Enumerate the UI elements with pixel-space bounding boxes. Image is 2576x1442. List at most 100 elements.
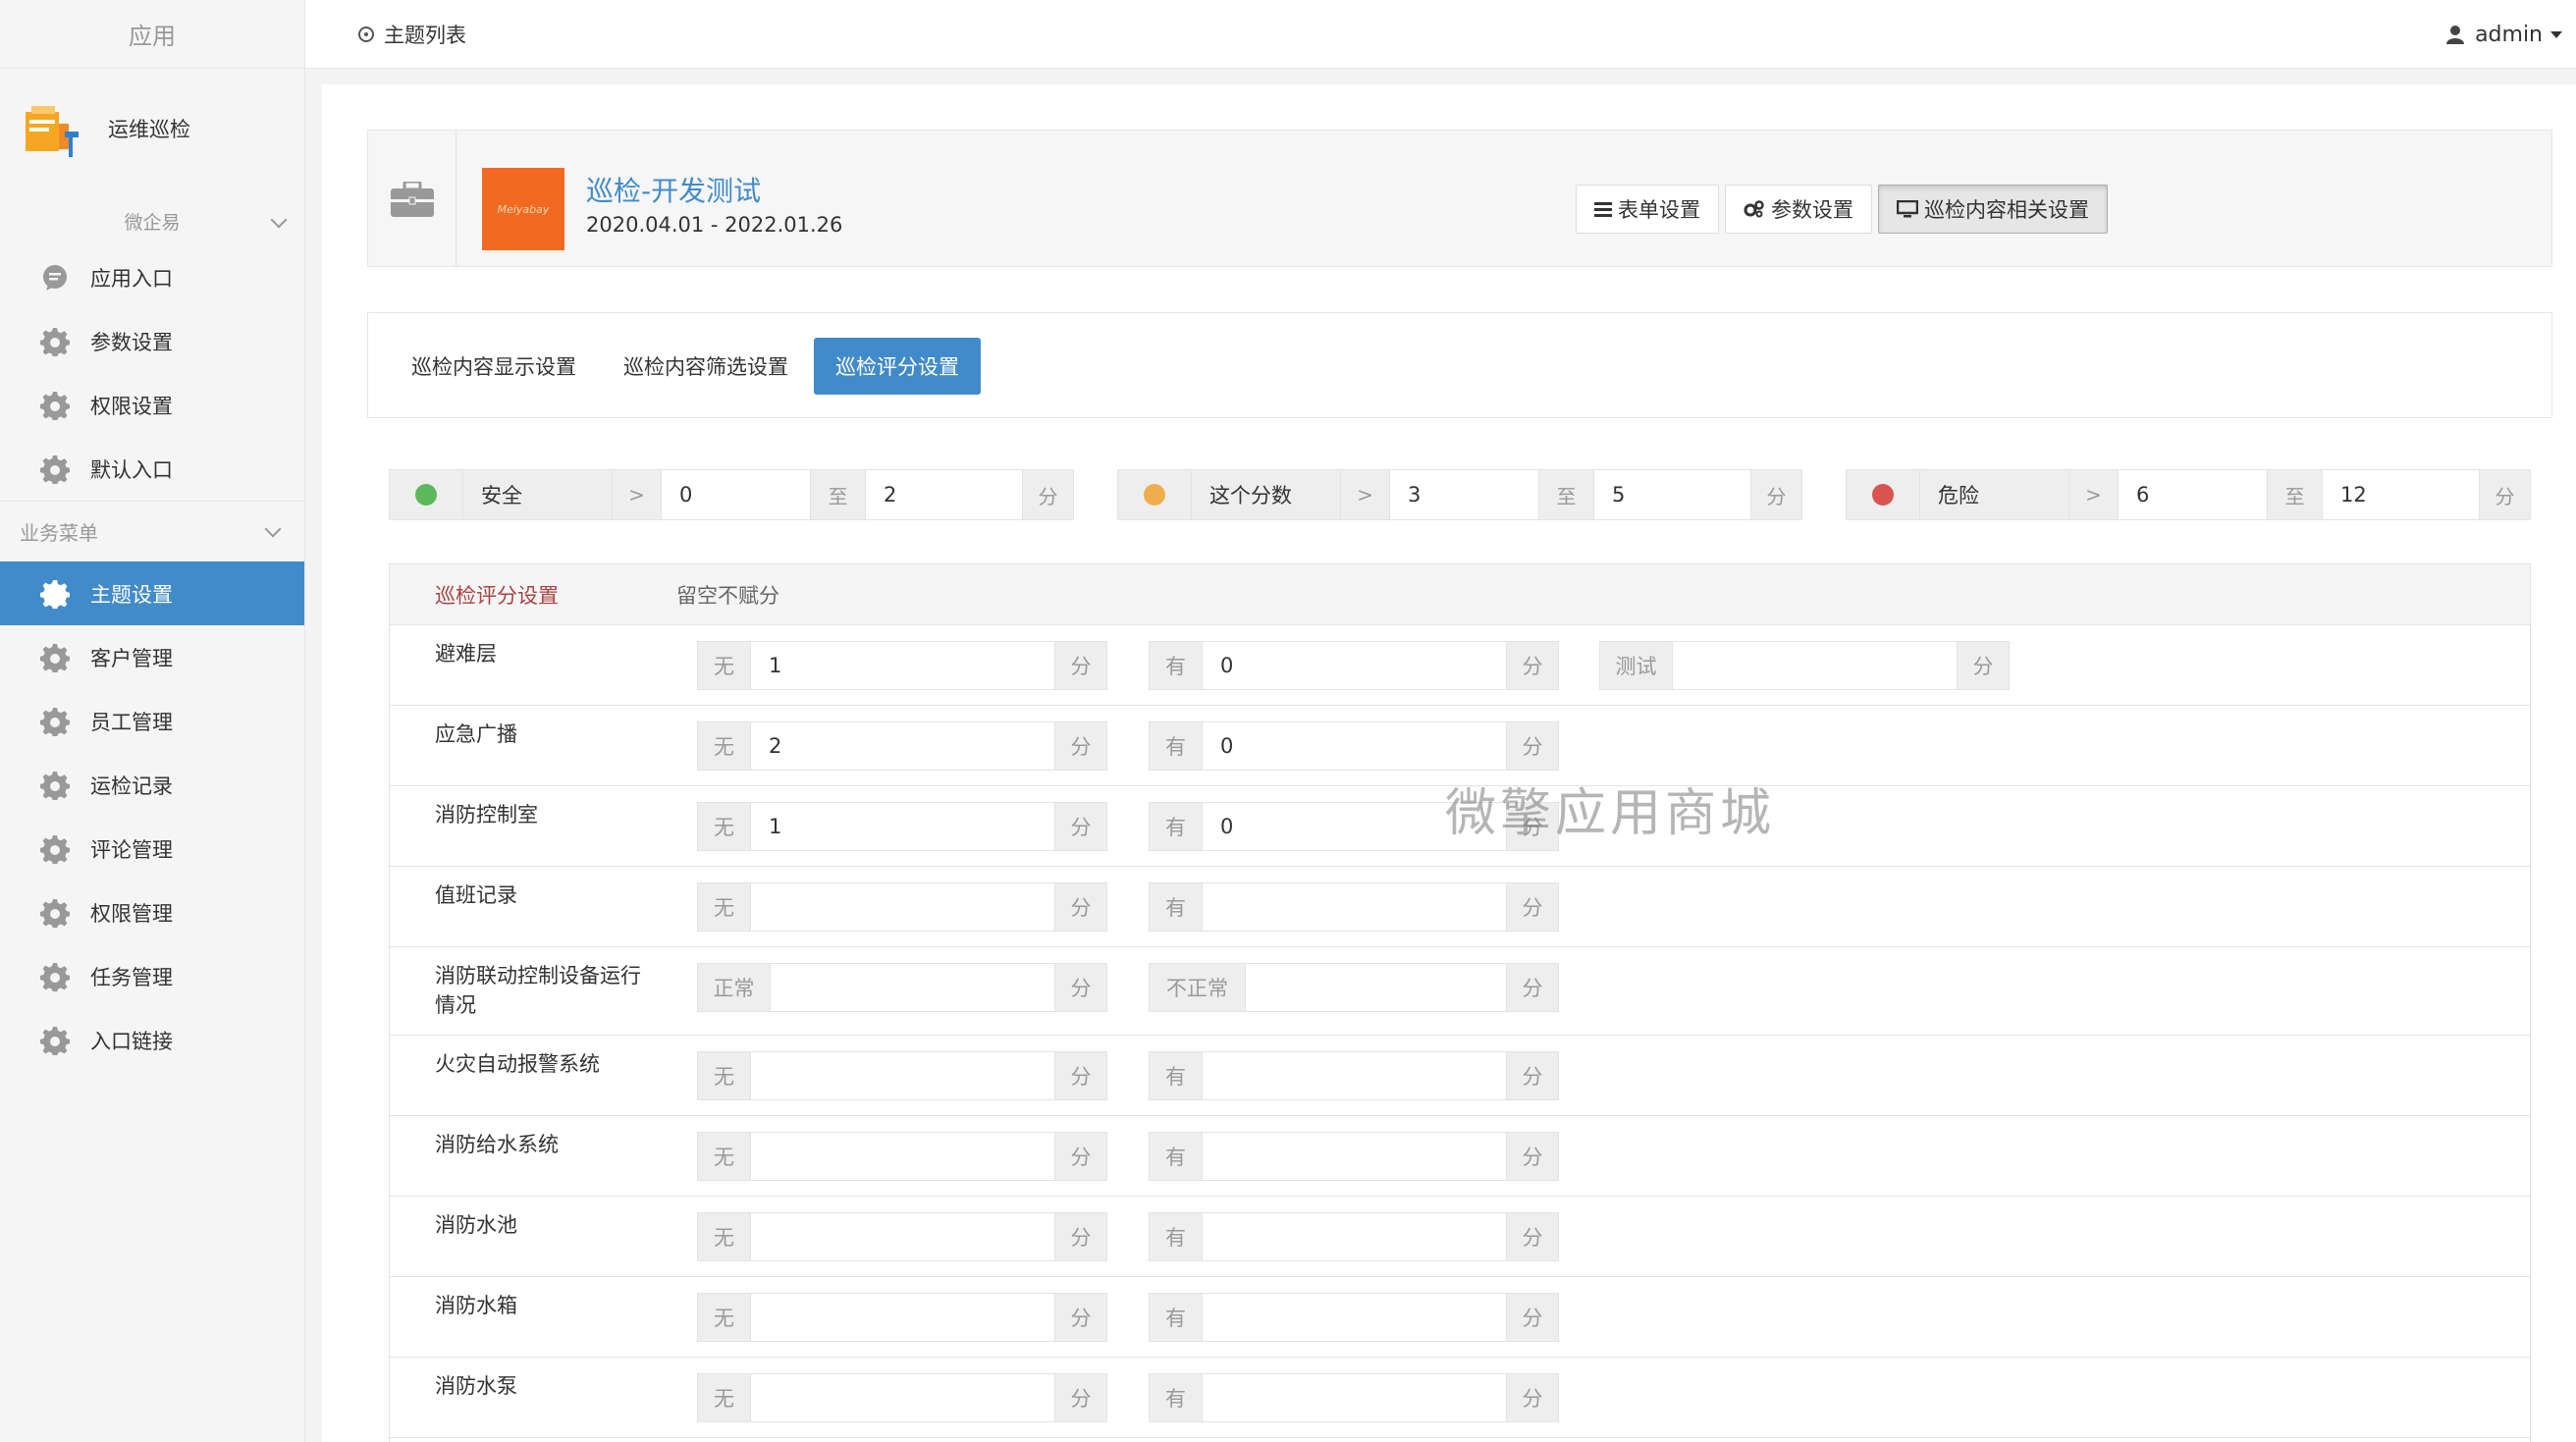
row-label: 应急广播 <box>435 722 517 746</box>
status-dot-icon <box>1847 470 1920 519</box>
score-input-group: 正常 分 <box>697 963 1107 1012</box>
option-label: 有 <box>1150 1213 1203 1260</box>
row-label: 消防控制室 <box>435 803 538 827</box>
sidebar-item[interactable]: 任务管理 <box>0 944 304 1008</box>
unit-label: 分 <box>1506 883 1558 931</box>
score-input[interactable] <box>751 1133 1054 1180</box>
score-input-group: 无1分 <box>697 641 1107 690</box>
score-input[interactable] <box>1203 1213 1506 1260</box>
content-settings-button[interactable]: 巡检内容相关设置 <box>1878 185 2108 234</box>
score-table-title: 巡检评分设置 <box>435 583 559 608</box>
unit-label: 分 <box>1054 964 1106 1011</box>
app-logo-icon <box>22 98 86 163</box>
topic-title[interactable]: 巡检-开发测试 <box>586 170 761 209</box>
range-from-input[interactable]: 0 <box>662 470 811 519</box>
row-label: 消防水泵 <box>435 1374 517 1398</box>
sidebar-group-business[interactable]: 业务菜单 <box>0 501 304 561</box>
section-label: 微企易 <box>124 211 181 234</box>
score-input[interactable]: 0 <box>1203 803 1506 850</box>
row-label: 消防水池 <box>435 1213 517 1237</box>
score-input-group: 有分 <box>1149 1212 1559 1261</box>
range-to-input[interactable]: 5 <box>1594 470 1751 519</box>
score-input[interactable]: 1 <box>751 642 1054 689</box>
sidebar-item[interactable]: 员工管理 <box>0 689 304 753</box>
score-row: 消防水箱无分有分 <box>390 1277 2530 1358</box>
sidebar-item[interactable]: 默认入口 <box>0 437 304 501</box>
gear-icon <box>39 326 71 357</box>
app-name: 运维巡检 <box>108 118 190 141</box>
score-input-group: 有分 <box>1149 1051 1559 1100</box>
option-label: 有 <box>1150 1294 1203 1341</box>
option-label: 测试 <box>1600 642 1673 689</box>
range-from-input[interactable]: 3 <box>1390 470 1539 519</box>
sidebar-item[interactable]: 权限设置 <box>0 373 304 437</box>
cogs-icon <box>1744 200 1765 218</box>
tab-3[interactable]: 巡检评分设置 <box>814 338 981 395</box>
score-input[interactable]: 1 <box>751 803 1054 850</box>
score-input[interactable] <box>751 1213 1054 1260</box>
option-label: 有 <box>1150 1133 1203 1180</box>
gear-icon <box>39 706 71 737</box>
sidebar-item[interactable]: 权限管理 <box>0 881 304 944</box>
option-label: 有 <box>1150 722 1203 770</box>
score-input[interactable] <box>1203 1374 1506 1421</box>
score-input[interactable] <box>751 1294 1054 1341</box>
app-block[interactable]: 运维巡检 <box>0 69 304 196</box>
range-name-input[interactable]: 危险 <box>1920 470 2069 519</box>
option-label: 无 <box>698 642 751 689</box>
score-input[interactable] <box>1203 883 1506 931</box>
unit-label: 分 <box>1054 1133 1106 1180</box>
circle-dot-icon <box>358 26 374 42</box>
score-input[interactable]: 0 <box>1203 722 1506 770</box>
tab-1[interactable]: 巡检内容显示设置 <box>390 338 598 395</box>
tab-2[interactable]: 巡检内容筛选设置 <box>602 338 810 395</box>
score-input[interactable] <box>1203 1133 1506 1180</box>
sidebar-item-label: 运检记录 <box>90 774 173 798</box>
sidebar-item[interactable]: 入口链接 <box>0 1008 304 1072</box>
score-input[interactable] <box>771 964 1054 1011</box>
breadcrumb-label: 主题列表 <box>384 23 466 47</box>
user-menu[interactable]: admin <box>2445 0 2562 69</box>
score-input[interactable] <box>751 1052 1054 1099</box>
sidebar-item[interactable]: 参数设置 <box>0 309 304 373</box>
score-input[interactable]: 0 <box>1203 642 1506 689</box>
sidebar-business-items: 主题设置客户管理 员工管理运检记录评论管理 权限管理 任务管理 入口链接 <box>0 561 304 1072</box>
sidebar-item-label: 权限设置 <box>90 394 173 418</box>
score-input-group: 无分 <box>697 1293 1107 1342</box>
score-input[interactable] <box>1203 1052 1506 1099</box>
form-settings-button[interactable]: 表单设置 <box>1576 185 1719 234</box>
greater-than-label: > <box>1341 470 1390 519</box>
sidebar-item[interactable]: 运检记录 <box>0 753 304 817</box>
score-input[interactable] <box>1673 642 1957 689</box>
option-label: 有 <box>1150 642 1203 689</box>
range-name-input[interactable]: 这个分数 <box>1192 470 1341 519</box>
score-input[interactable]: 2 <box>751 722 1054 770</box>
sidebar-item[interactable]: 评论管理 <box>0 817 304 881</box>
group-label: 业务菜单 <box>20 521 98 545</box>
range-to-input[interactable]: 12 <box>2323 470 2480 519</box>
score-row: 火灾自动报警系统无分有分 <box>390 1036 2530 1116</box>
chat-icon <box>39 262 71 294</box>
score-input[interactable] <box>1246 964 1506 1011</box>
range-name-input[interactable]: 安全 <box>463 470 613 519</box>
sidebar-item-label: 参数设置 <box>90 330 173 354</box>
score-input[interactable] <box>751 883 1054 931</box>
range-to-input[interactable]: 2 <box>866 470 1023 519</box>
sidebar-item[interactable]: 主题设置 <box>0 561 304 625</box>
sidebar-item-label: 主题设置 <box>90 582 173 607</box>
option-label: 无 <box>698 803 751 850</box>
param-settings-button[interactable]: 参数设置 <box>1725 185 1872 234</box>
unit-label: 分 <box>1054 1213 1106 1260</box>
sidebar-item[interactable]: 客户管理 <box>0 625 304 689</box>
sidebar-section[interactable]: 微企易 <box>0 196 304 245</box>
option-label: 不正常 <box>1150 964 1246 1011</box>
gear-icon <box>39 578 71 610</box>
range-from-input[interactable]: 6 <box>2119 470 2268 519</box>
unit-label: 分 <box>1023 470 1073 519</box>
score-input[interactable] <box>751 1374 1054 1421</box>
tab-list: 巡检内容显示设置 巡检内容筛选设置 巡检评分设置 <box>390 338 985 395</box>
main-panel: Meiyabay 巡检-开发测试 2020.04.01 - 2022.01.26… <box>322 84 2576 1442</box>
sidebar-item[interactable]: 应用入口 <box>0 245 304 309</box>
breadcrumb[interactable]: 主题列表 <box>358 20 466 49</box>
score-input[interactable] <box>1203 1294 1506 1341</box>
